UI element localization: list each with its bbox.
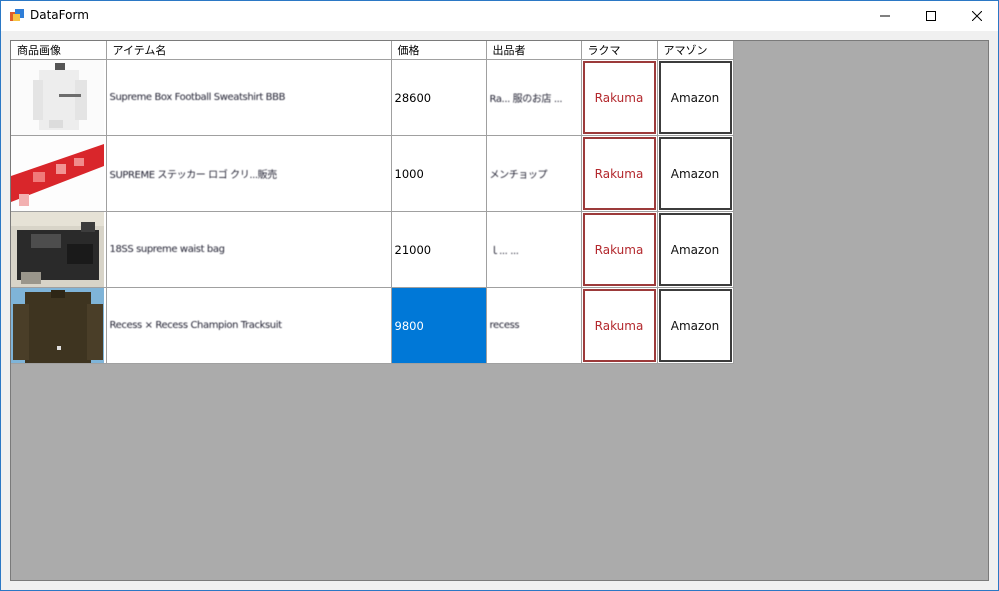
price-text: 28600 (394, 90, 432, 105)
column-header-amazon[interactable]: アマゾン (657, 41, 734, 60)
seller-text: recess (489, 320, 520, 331)
product-thumbnail-brown-jacket (11, 288, 104, 363)
close-button[interactable] (954, 1, 999, 31)
window-title: DataForm (30, 8, 89, 22)
rakuma-cell: Rakuma (581, 287, 658, 364)
item-name-text: Supreme Box Football Sweatshirt BBB (109, 92, 286, 103)
maximize-button[interactable] (908, 1, 954, 31)
seller-cell[interactable]: Ra... 服のお店 ... (486, 59, 582, 136)
product-image-cell[interactable] (11, 135, 107, 212)
item-name-cell[interactable]: Recess × Recess Champion Tracksuit (106, 287, 392, 364)
item-name-text: Recess × Recess Champion Tracksuit (109, 320, 283, 331)
product-thumbnail-red-sticker (11, 136, 104, 211)
title-bar[interactable]: DataForm (1, 1, 998, 31)
app-window: DataForm 商品画像 アイテム名 価格 出品者 ラクマ アマゾン Supr… (0, 0, 999, 591)
minimize-icon (880, 15, 890, 17)
rakuma-button[interactable]: Rakuma (582, 61, 656, 134)
price-cell[interactable]: 21000 (391, 211, 487, 288)
product-image-cell[interactable] (11, 211, 107, 288)
rakuma-button[interactable]: Rakuma (582, 137, 656, 210)
close-icon (972, 11, 982, 21)
column-header-item-name[interactable]: アイテム名 (106, 41, 392, 60)
item-name-text: 18SS supreme waist bag (109, 244, 225, 255)
rakuma-cell: Rakuma (581, 59, 658, 136)
product-thumbnail-white-hoodie (11, 60, 104, 135)
price-cell[interactable]: 1000 (391, 135, 487, 212)
column-header-seller[interactable]: 出品者 (486, 41, 582, 60)
rakuma-cell: Rakuma (581, 211, 658, 288)
price-cell-selected[interactable]: 9800 (391, 287, 487, 364)
price-cell[interactable]: 28600 (391, 59, 487, 136)
rakuma-cell: Rakuma (581, 135, 658, 212)
column-header-price[interactable]: 価格 (391, 41, 487, 60)
seller-cell[interactable]: ｌ... ... (486, 211, 582, 288)
table-row[interactable]: Recess × Recess Champion Tracksuit 9800 … (11, 287, 734, 364)
maximize-icon (926, 11, 936, 21)
item-name-cell[interactable]: Supreme Box Football Sweatshirt BBB (106, 59, 392, 136)
minimize-button[interactable] (862, 1, 908, 31)
item-name-cell[interactable]: SUPREME ステッカー ロゴ クリ...販売 (106, 135, 392, 212)
amazon-button[interactable]: Amazon (658, 61, 732, 134)
seller-text: ｌ... ... (489, 246, 519, 257)
column-header-rakuma[interactable]: ラクマ (581, 41, 658, 60)
price-text: 9800 (394, 318, 424, 333)
amazon-button[interactable]: Amazon (658, 213, 732, 286)
amazon-button[interactable]: Amazon (658, 289, 732, 362)
data-grid: 商品画像 アイテム名 価格 出品者 ラクマ アマゾン Supreme Box F… (11, 41, 734, 364)
header-row: 商品画像 アイテム名 価格 出品者 ラクマ アマゾン (11, 41, 734, 60)
column-header-image[interactable]: 商品画像 (11, 41, 107, 60)
amazon-cell: Amazon (657, 211, 734, 288)
amazon-cell: Amazon (657, 287, 734, 364)
item-name-cell[interactable]: 18SS supreme waist bag (106, 211, 392, 288)
product-image-cell[interactable] (11, 59, 107, 136)
seller-text: Ra... 服のお店 ... (489, 94, 563, 105)
table-row[interactable]: 18SS supreme waist bag 21000 ｌ... ... Ra… (11, 211, 734, 288)
table-row[interactable]: Supreme Box Football Sweatshirt BBB 2860… (11, 59, 734, 136)
price-text: 21000 (394, 242, 432, 257)
seller-cell[interactable]: recess (486, 287, 582, 364)
table-row[interactable]: SUPREME ステッカー ロゴ クリ...販売 1000 メンチョップ Rak… (11, 135, 734, 212)
data-grid-view[interactable]: 商品画像 アイテム名 価格 出品者 ラクマ アマゾン Supreme Box F… (10, 40, 989, 581)
seller-cell[interactable]: メンチョップ (486, 135, 582, 212)
product-thumbnail-black-bag (11, 212, 104, 287)
seller-text: メンチョップ (489, 170, 548, 181)
app-icon (10, 9, 24, 21)
product-image-cell[interactable] (11, 287, 107, 364)
item-name-text: SUPREME ステッカー ロゴ クリ...販売 (109, 170, 278, 181)
rakuma-button[interactable]: Rakuma (582, 213, 656, 286)
price-text: 1000 (394, 166, 424, 181)
amazon-button[interactable]: Amazon (658, 137, 732, 210)
amazon-cell: Amazon (657, 59, 734, 136)
rakuma-button[interactable]: Rakuma (582, 289, 656, 362)
amazon-cell: Amazon (657, 135, 734, 212)
